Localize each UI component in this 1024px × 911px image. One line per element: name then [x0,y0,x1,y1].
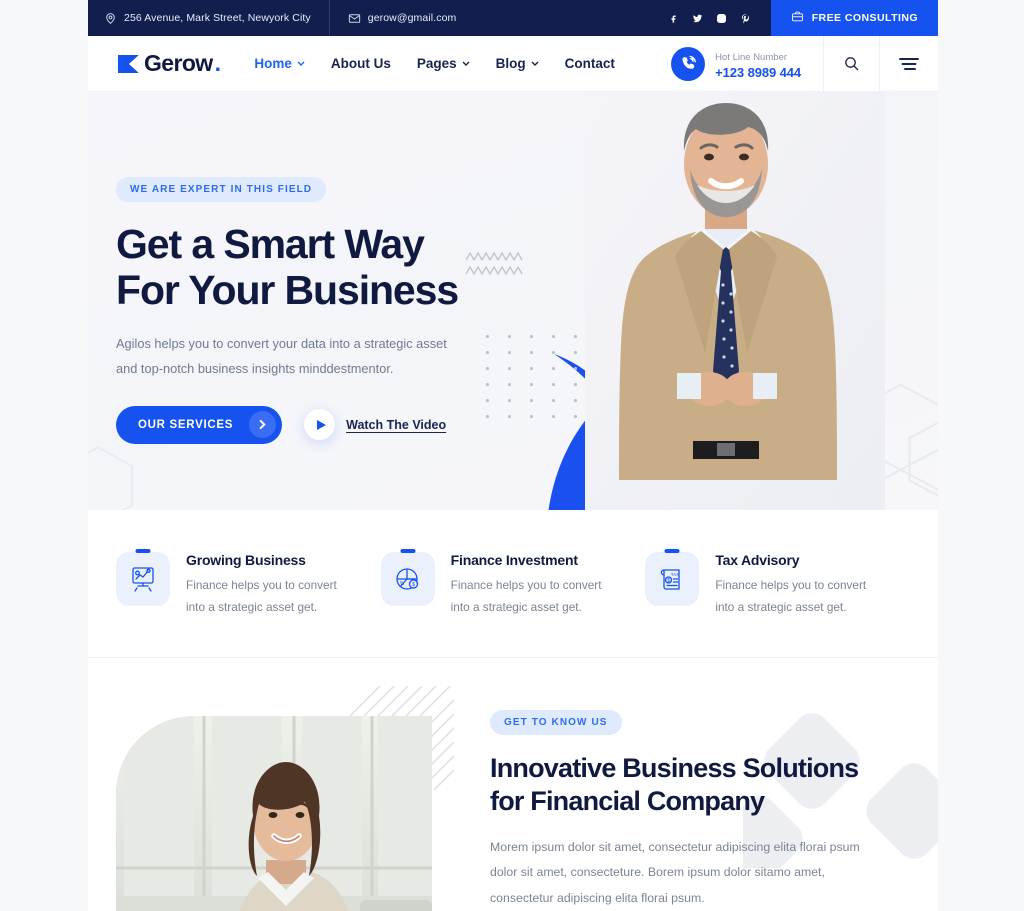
watch-video-link[interactable]: Watch The Video [304,409,447,441]
envelope-icon [348,12,361,25]
pinterest-icon[interactable] [740,12,751,25]
about-content: GET TO KNOW US Innovative Business Solut… [490,694,910,911]
location-pin-icon [104,12,117,25]
service-title: Growing Business [186,552,306,568]
nav-item-pages-label: Pages [416,56,457,71]
hero-actions: OUR SERVICES Watch The Video [116,405,508,444]
hero-section: WE ARE EXPERT IN THIS FIELD Get a Smart … [88,92,938,510]
service-title: Finance Investment [450,552,578,568]
hotline-number: +123 8989 444 [715,65,801,80]
main-navbar: Gerow . Home About Us Pages Blog Contact [88,36,938,92]
service-card-tax-advisory[interactable]: TAX $ Tax Advisory Finance helps you to … [645,552,910,619]
hotline-block[interactable]: Hot Line Number +123 8989 444 [665,36,824,91]
chevron-right-icon [249,411,277,439]
topbar-email[interactable]: gerow@gmail.com [330,0,475,36]
about-section: GET TO KNOW US Innovative Business Solut… [88,657,938,911]
hero-paragraph: Agilos helps you to convert your data in… [116,335,447,376]
search-button[interactable] [824,36,880,91]
website-viewport: 256 Avenue, Mark Street, Newyork City ge… [88,0,938,911]
about-heading-line2: for Financial Company [490,786,765,817]
hero-badge: WE ARE EXPERT IN THIS FIELD [116,177,327,202]
gerow-arrow-logo [116,51,142,77]
nav-item-pages[interactable]: Pages [417,56,470,71]
brand-name: Gerow [144,50,213,76]
service-card-growing-business[interactable]: Growing Business Finance helps you to co… [116,552,381,619]
svg-text:$: $ [412,582,415,588]
nav-item-contact[interactable]: Contact [565,56,615,71]
hero-heading-line1: Get a Smart Way [116,221,425,267]
topbar-address: 256 Avenue, Mark Street, Newyork City [88,0,330,36]
social-links [668,12,771,25]
nav-item-home[interactable]: Home [254,56,305,71]
services-section: Growing Business Finance helps you to co… [88,510,938,658]
svg-text:%: % [399,581,404,587]
about-heading: Innovative Business Solutions for Financ… [490,752,910,820]
hero-businessman-photo [585,92,885,510]
nav-item-about-us[interactable]: About Us [331,56,391,71]
play-icon [304,409,336,441]
search-icon [843,55,860,72]
service-description: Finance helps you to convert into a stra… [186,578,337,614]
hotline-label: Hot Line Number [715,52,787,63]
hero-heading: Get a Smart Way For Your Business [116,221,508,314]
about-media [116,685,454,911]
topbar-address-text: 256 Avenue, Mark Street, Newyork City [124,12,311,24]
facebook-icon[interactable] [668,12,679,25]
chevron-down-icon [531,61,539,66]
our-services-button[interactable]: OUR SERVICES [116,405,283,444]
our-services-label: OUR SERVICES [138,418,234,431]
watch-video-label: Watch The Video [346,417,447,432]
chevron-down-icon [462,61,470,66]
service-description: Finance helps you to convert into a stra… [715,578,867,614]
phone-call-icon [671,46,706,81]
instagram-icon[interactable] [716,12,727,25]
brand-dot: . [214,50,221,76]
twitter-icon[interactable] [692,12,703,25]
pie-chart-finance-icon: $ % [380,552,435,606]
hamburger-menu-icon [899,57,919,71]
about-badge: GET TO KNOW US [490,709,622,735]
service-description: Finance helps you to convert into a stra… [450,578,602,614]
svg-text:$: $ [667,578,670,584]
nav-links: Home About Us Pages Blog Contact [254,36,665,91]
about-paragraph: Morem ipsum dolor sit amet, consectetur … [490,840,860,905]
smiling-businesswoman-photo [116,715,432,911]
top-info-bar: 256 Avenue, Mark Street, Newyork City ge… [88,0,938,36]
tax-document-icon: TAX $ [645,552,700,606]
presentation-growth-chart-icon [116,552,170,606]
nav-item-contact-label: Contact [564,56,615,71]
about-heading-line1: Innovative Business Solutions [490,752,859,783]
svg-text:TAX: TAX [671,572,679,577]
topbar-email-text: gerow@gmail.com [367,12,457,24]
chevron-down-icon [297,61,305,66]
brand-logo[interactable]: Gerow . [88,36,254,91]
hero-content: WE ARE EXPERT IN THIS FIELD Get a Smart … [88,92,508,444]
nav-item-home-label: Home [254,56,292,71]
service-title: Tax Advisory [715,552,800,568]
page-background: 256 Avenue, Mark Street, Newyork City ge… [0,0,1024,911]
hamburger-menu-button[interactable] [880,36,938,91]
nav-item-blog-label: Blog [495,56,526,71]
briefcase-icon [791,10,804,26]
nav-item-about-us-label: About Us [330,56,391,71]
nav-item-blog[interactable]: Blog [496,56,539,71]
free-consulting-label: FREE CONSULTING [811,12,918,24]
hero-heading-line2: For Your Business [116,267,459,314]
free-consulting-button[interactable]: FREE CONSULTING [770,0,938,36]
service-card-finance-investment[interactable]: $ % Finance Investment Finance helps you… [380,552,646,619]
